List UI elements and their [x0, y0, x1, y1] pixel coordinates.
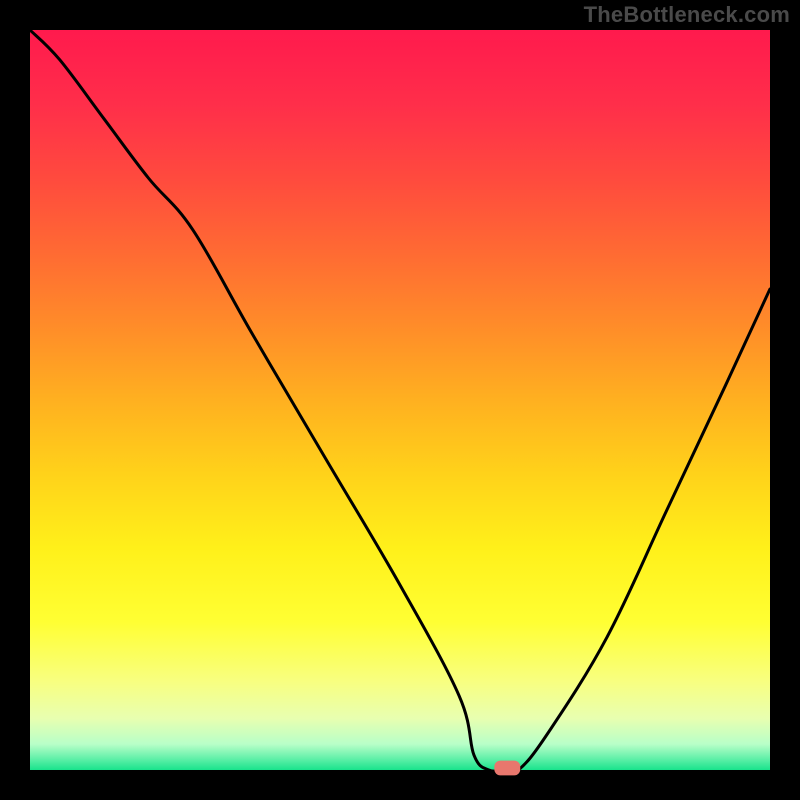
optimum-marker — [494, 761, 520, 776]
chart-frame: TheBottleneck.com — [0, 0, 800, 800]
plot-background — [30, 30, 770, 770]
bottleneck-plot — [0, 0, 800, 800]
